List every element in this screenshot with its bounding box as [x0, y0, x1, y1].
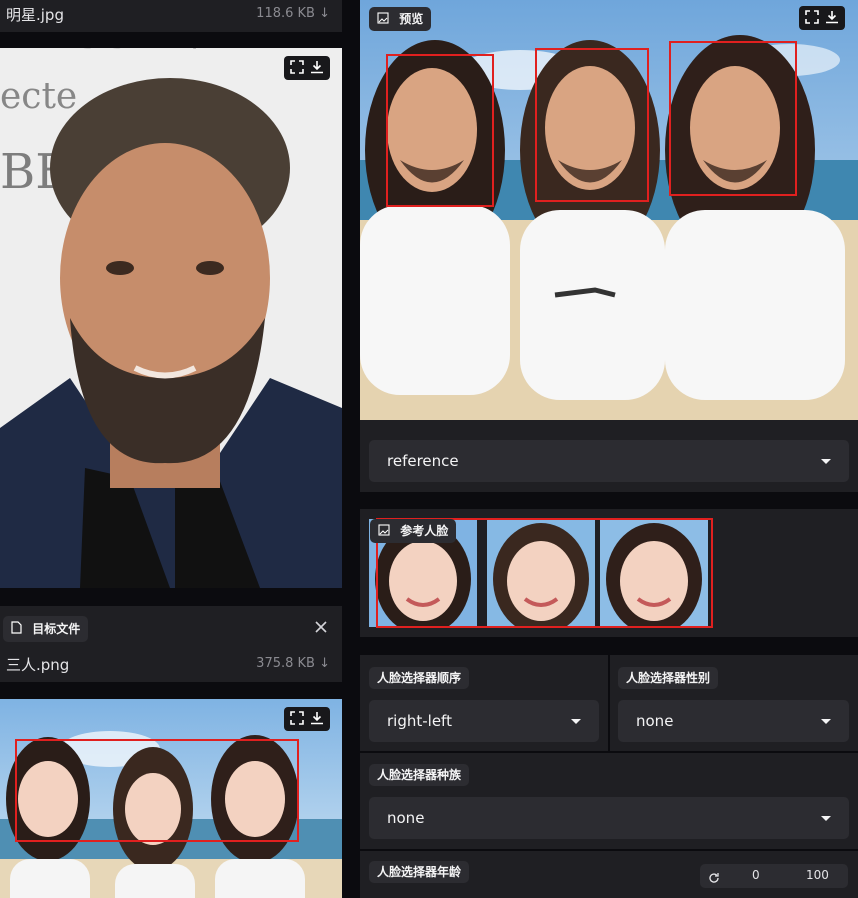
face-selector-gender-panel: 人脸选择器性别 none [610, 655, 858, 751]
download-icon[interactable] [825, 9, 839, 28]
target-image [0, 699, 342, 898]
chevron-down-icon [821, 458, 831, 464]
target-file-chip: 目标文件 [3, 616, 89, 643]
fullscreen-icon[interactable] [805, 9, 819, 28]
svg-text:ecte: ecte [0, 76, 77, 117]
face-selector-race-value: none [387, 809, 425, 827]
face-selector-gender-value: none [636, 712, 674, 730]
fullscreen-icon[interactable] [290, 59, 304, 78]
face-selector-order-label: 人脸选择器顺序 [369, 667, 470, 689]
face-selector-race-panel: 人脸选择器种族 none [360, 753, 858, 849]
source-file-name: 明星.jpg [6, 6, 64, 24]
age-range-inputs: 0 100 [700, 864, 848, 888]
face-selector-mode-value: reference [387, 452, 459, 470]
face-selector-mode-dropdown[interactable]: reference [369, 440, 849, 482]
target-file-size[interactable]: 375.8 KB ↓ [256, 656, 330, 671]
target-face-detection-box [15, 739, 299, 842]
download-icon[interactable] [310, 59, 324, 78]
image-icon [377, 8, 389, 32]
preview-face-box-3 [669, 41, 797, 196]
face-selector-age-label: 人脸选择器年龄 [369, 861, 470, 883]
target-file-panel: 目标文件 三人.png 375.8 KB ↓ [0, 606, 342, 682]
target-image-actions [284, 707, 330, 731]
age-max-input[interactable]: 100 [806, 868, 829, 882]
preview-chip: 预览 [369, 7, 432, 32]
chevron-down-icon [571, 718, 581, 724]
source-image: ESSENTIAL ecte BE M [0, 48, 342, 588]
file-icon [11, 617, 22, 643]
source-portrait-art: ESSENTIAL ecte BE M [0, 48, 342, 588]
face-selector-mode-panel: reference [360, 420, 858, 492]
target-file-name: 三人.png [6, 656, 70, 674]
reference-faces-label: 参考人脸 [400, 524, 449, 538]
download-icon[interactable] [310, 710, 324, 729]
fullscreen-icon[interactable] [290, 710, 304, 729]
preview-image: 预览 [360, 0, 858, 420]
face-selector-race-dropdown[interactable]: none [369, 797, 849, 839]
reference-faces-chip: 参考人脸 [370, 519, 457, 544]
face-selector-gender-dropdown[interactable]: none [618, 700, 849, 742]
preview-image-actions [799, 6, 845, 30]
svg-text:ESSENTIAL: ESSENTIAL [40, 48, 310, 59]
preview-label: 预览 [399, 12, 424, 26]
source-image-actions [284, 56, 330, 80]
preview-face-box-2 [535, 48, 649, 202]
chevron-down-icon [821, 718, 831, 724]
face-selector-order-panel: 人脸选择器顺序 right-left [360, 655, 608, 751]
face-selector-order-dropdown[interactable]: right-left [369, 700, 599, 742]
face-selector-order-value: right-left [387, 712, 452, 730]
reference-faces-panel: 参考人脸 [360, 509, 858, 637]
source-file-size[interactable]: 118.6 KB ↓ [256, 6, 330, 21]
age-min-input[interactable]: 0 [752, 868, 760, 882]
close-icon[interactable] [314, 619, 328, 638]
reset-icon[interactable] [708, 869, 720, 888]
chevron-down-icon [821, 815, 831, 821]
face-selector-race-label: 人脸选择器种族 [369, 764, 470, 786]
source-file-row: 明星.jpg 118.6 KB ↓ [0, 0, 342, 32]
face-selector-age-panel: 人脸选择器年龄 0 100 [360, 851, 858, 898]
target-file-chip-label: 目标文件 [32, 622, 81, 636]
preview-face-box-1 [386, 54, 494, 207]
image-icon [378, 520, 390, 544]
face-selector-gender-label: 人脸选择器性别 [618, 667, 719, 689]
